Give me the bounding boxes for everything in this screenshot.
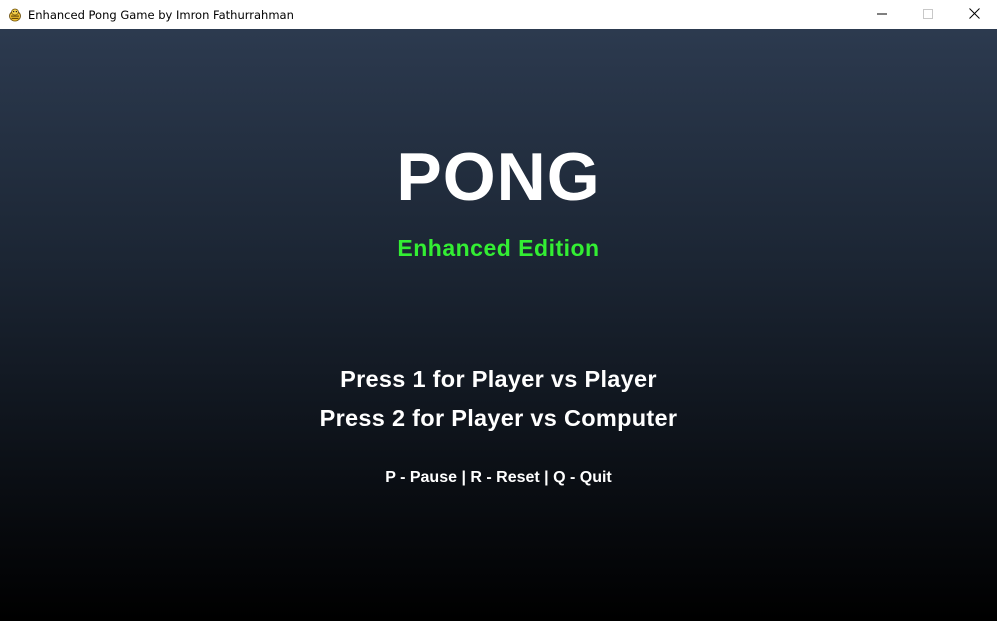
game-window: Enhanced Pong Game by Imron Fathurrahman… <box>0 0 997 621</box>
game-subtitle: Enhanced Edition <box>397 235 600 261</box>
maximize-icon <box>923 6 933 24</box>
pygame-snake-icon <box>8 8 22 22</box>
close-button[interactable] <box>951 0 997 29</box>
game-title: PONG <box>396 139 601 215</box>
controls-hint: P - Pause | R - Reset | Q - Quit <box>385 469 612 486</box>
window-titlebar[interactable]: Enhanced Pong Game by Imron Fathurrahman <box>0 0 997 29</box>
minimize-icon <box>877 6 887 24</box>
close-icon <box>968 6 980 24</box>
minimize-button[interactable] <box>859 0 905 29</box>
game-canvas[interactable]: PONG Enhanced Edition Press 1 for Player… <box>0 29 997 621</box>
window-controls <box>859 0 997 29</box>
maximize-button[interactable] <box>905 0 951 29</box>
window-title: Enhanced Pong Game by Imron Fathurrahman <box>28 7 294 22</box>
menu-option-pvp[interactable]: Press 1 for Player vs Player <box>0 365 997 393</box>
menu-option-pvc[interactable]: Press 2 for Player vs Computer <box>0 404 997 432</box>
